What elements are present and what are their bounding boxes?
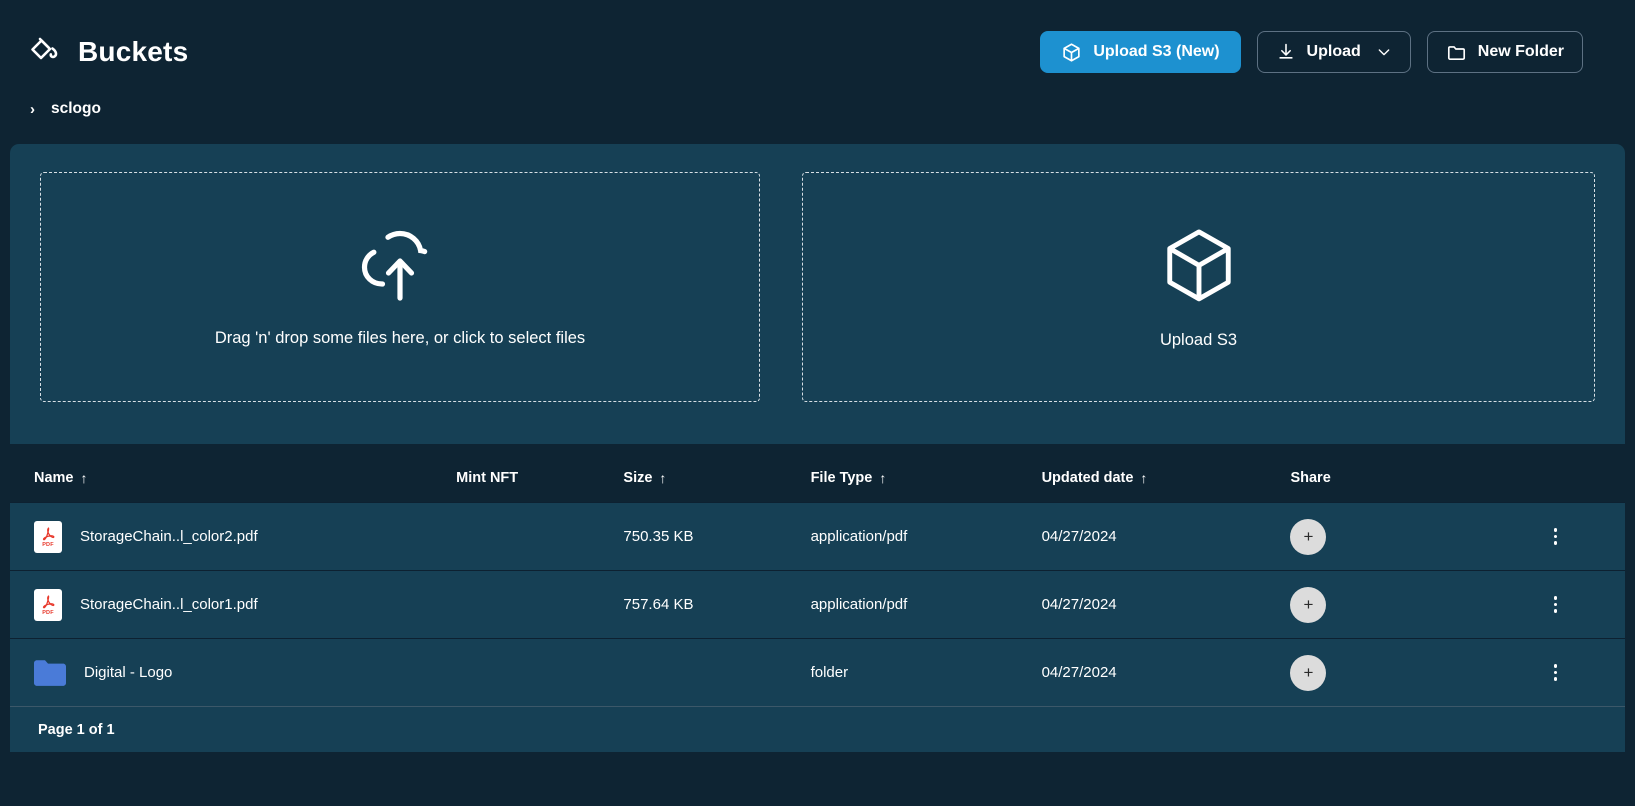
column-header-file-type-label: File Type bbox=[810, 470, 873, 486]
file-name: StorageChain..l_color1.pdf bbox=[80, 596, 258, 613]
table-row[interactable]: Digital - Logo folder 04/27/2024 + bbox=[10, 638, 1625, 706]
share-add-button[interactable]: + bbox=[1290, 586, 1327, 623]
cloud-upload-icon bbox=[357, 226, 443, 311]
column-header-share: Share bbox=[1290, 470, 1485, 486]
cube-icon bbox=[1160, 224, 1238, 315]
kebab-menu-icon[interactable] bbox=[1550, 524, 1562, 549]
download-icon bbox=[1276, 42, 1296, 62]
sort-ascending-icon: ↑ bbox=[879, 470, 887, 486]
new-folder-label: New Folder bbox=[1477, 43, 1564, 60]
folder-outline-icon bbox=[1446, 42, 1467, 63]
s3-dropzone-label: Upload S3 bbox=[1159, 331, 1238, 349]
cell-row-menu bbox=[1486, 660, 1625, 685]
cell-share: + bbox=[1290, 586, 1485, 623]
cube-icon bbox=[1061, 42, 1082, 63]
share-add-button[interactable]: + bbox=[1290, 654, 1327, 691]
pdf-file-icon: PDF bbox=[34, 520, 62, 553]
cell-size: 750.35 KB bbox=[623, 528, 694, 545]
column-header-updated-date[interactable]: Updated date ↑ bbox=[1042, 470, 1291, 486]
upload-panel: Drag 'n' drop some files here, or click … bbox=[10, 144, 1625, 444]
sort-ascending-icon: ↑ bbox=[659, 470, 667, 486]
cell-file-type: folder bbox=[810, 664, 849, 681]
pdf-file-icon-label: PDF bbox=[42, 541, 54, 548]
table-footer: Page 1 of 1 bbox=[10, 706, 1625, 752]
cell-file-type: application/pdf bbox=[810, 596, 908, 613]
header-actions: Upload S3 (New) Upload New Folder bbox=[1040, 31, 1583, 73]
share-add-button[interactable]: + bbox=[1290, 518, 1327, 555]
paint-bucket-icon bbox=[28, 36, 60, 68]
pagination-label: Page 1 of 1 bbox=[38, 721, 115, 738]
cell-name: PDF StorageChain..l_color1.pdf bbox=[34, 588, 456, 621]
cell-row-menu bbox=[1486, 592, 1625, 617]
column-header-mint-nft: Mint NFT bbox=[456, 470, 623, 486]
cell-name: Digital - Logo bbox=[34, 659, 456, 686]
upload-s3-new-label: Upload S3 (New) bbox=[1093, 43, 1220, 60]
column-header-size-label: Size bbox=[623, 470, 653, 486]
column-header-mint-nft-label: Mint NFT bbox=[456, 470, 519, 486]
column-header-size[interactable]: Size ↑ bbox=[623, 470, 810, 486]
app-header: Buckets Upload S3 (New) Upload New Folde… bbox=[0, 0, 1635, 104]
table-row[interactable]: PDF StorageChain..l_color1.pdf 757.64 KB… bbox=[10, 570, 1625, 638]
cell-file-type: application/pdf bbox=[810, 528, 908, 545]
cell-row-menu bbox=[1486, 524, 1625, 549]
chevron-down-icon bbox=[1376, 44, 1392, 60]
s3-dropzone[interactable]: Upload S3 bbox=[802, 172, 1595, 402]
pdf-file-icon-label: PDF bbox=[42, 609, 54, 616]
dropzone-label: Drag 'n' drop some files here, or click … bbox=[214, 329, 586, 347]
table-row[interactable]: PDF StorageChain..l_color2.pdf 750.35 KB… bbox=[10, 502, 1625, 570]
upload-button[interactable]: Upload bbox=[1256, 31, 1411, 73]
column-header-updated-date-label: Updated date bbox=[1041, 470, 1134, 486]
column-header-share-label: Share bbox=[1290, 470, 1331, 486]
file-name: Digital - Logo bbox=[84, 664, 173, 681]
folder-icon bbox=[34, 659, 66, 686]
table-header-row: Name ↑ Mint NFT Size ↑ File Type ↑ Updat… bbox=[10, 454, 1625, 502]
file-name: StorageChain..l_color2.pdf bbox=[80, 528, 258, 545]
brand: Buckets bbox=[28, 36, 188, 68]
pdf-file-icon: PDF bbox=[34, 588, 62, 621]
file-dropzone[interactable]: Drag 'n' drop some files here, or click … bbox=[40, 172, 760, 402]
kebab-menu-icon[interactable] bbox=[1550, 592, 1562, 617]
cell-share: + bbox=[1290, 518, 1485, 555]
kebab-menu-icon[interactable] bbox=[1550, 660, 1562, 685]
sort-ascending-icon: ↑ bbox=[80, 470, 88, 486]
cell-size: 757.64 KB bbox=[623, 596, 694, 613]
cell-updated-date: 04/27/2024 bbox=[1041, 528, 1117, 545]
page-title: Buckets bbox=[78, 36, 189, 67]
cell-name: PDF StorageChain..l_color2.pdf bbox=[34, 520, 456, 553]
column-header-file-type[interactable]: File Type ↑ bbox=[811, 470, 1042, 486]
sort-ascending-icon: ↑ bbox=[1140, 470, 1148, 486]
upload-s3-new-button[interactable]: Upload S3 (New) bbox=[1040, 31, 1241, 73]
column-header-name-label: Name bbox=[34, 470, 74, 486]
column-header-name[interactable]: Name ↑ bbox=[34, 470, 456, 486]
cell-updated-date: 04/27/2024 bbox=[1041, 596, 1117, 613]
new-folder-button[interactable]: New Folder bbox=[1426, 31, 1583, 73]
cell-updated-date: 04/27/2024 bbox=[1041, 664, 1117, 681]
upload-label: Upload bbox=[1306, 43, 1361, 60]
cell-share: + bbox=[1290, 654, 1485, 691]
file-table: Name ↑ Mint NFT Size ↑ File Type ↑ Updat… bbox=[10, 454, 1625, 752]
